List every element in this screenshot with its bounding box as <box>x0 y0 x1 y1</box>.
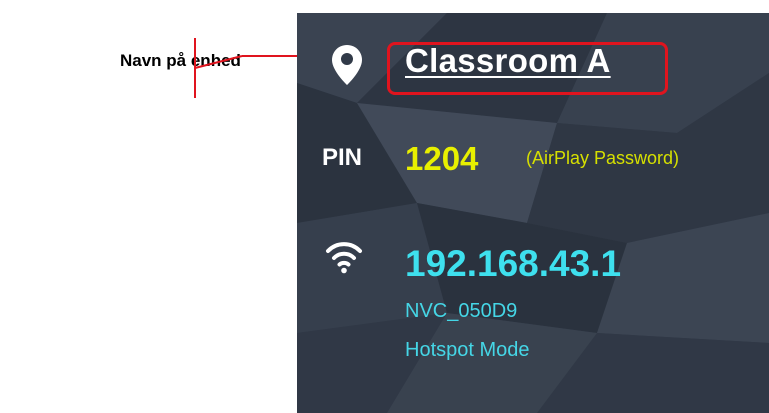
location-pin-icon <box>332 45 362 85</box>
ip-address: 192.168.43.1 <box>405 243 622 284</box>
network-mode: Hotspot Mode <box>405 339 530 361</box>
pin-value: 1204 <box>405 140 479 177</box>
network-ssid: NVC_050D9 <box>405 300 518 322</box>
pin-note: (AirPlay Password) <box>526 148 680 168</box>
device-info-panel: Classroom A PIN 1204 (AirPlay Password) … <box>297 13 769 413</box>
device-name: Classroom A <box>405 42 611 79</box>
wifi-icon <box>326 242 362 274</box>
callout-label: Navn på enhed <box>120 51 241 70</box>
screenshot-canvas: Navn på enhed Classroom A PIN 1204 (AirP… <box>0 0 769 413</box>
pin-label: PIN <box>322 144 363 171</box>
